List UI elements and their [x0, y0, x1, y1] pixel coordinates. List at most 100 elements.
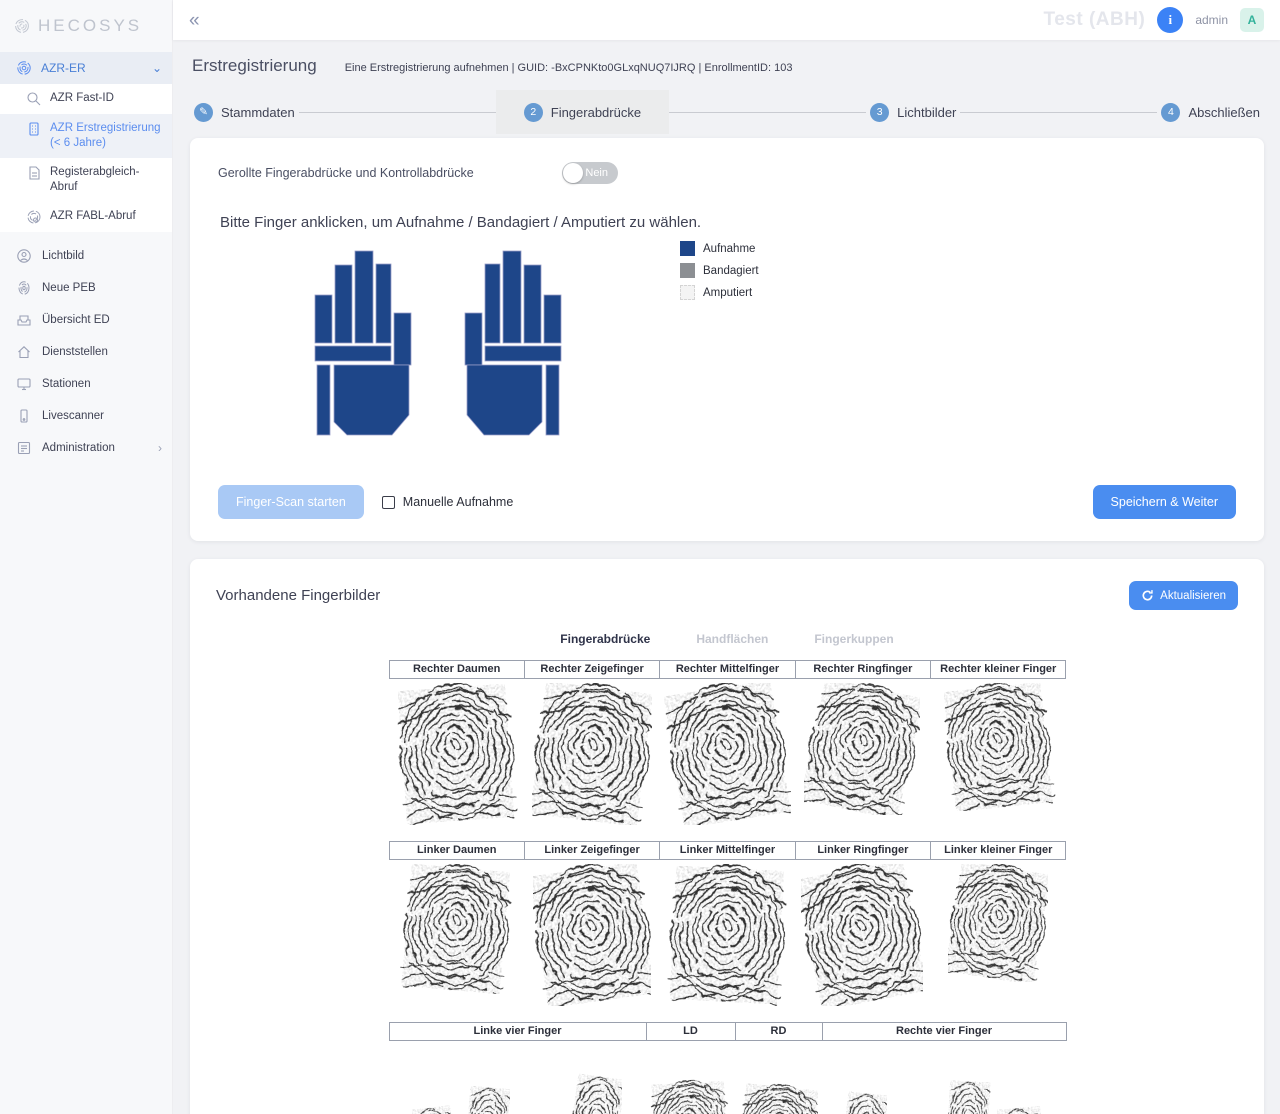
fingerprint-thumbnail-linker-mittelfinger[interactable] [659, 864, 794, 1012]
legend-label: Amputiert [703, 287, 752, 299]
sidebar-item-azr-erstregistrierung[interactable]: AZR Erstregistrierung (< 6 Jahre) [0, 114, 172, 158]
legend-label: Bandagiert [703, 265, 759, 277]
inbox-icon [16, 312, 32, 328]
fingerprint-thumbnail-linker-zeigefinger[interactable] [524, 864, 659, 1012]
tab-fingerabdruecke[interactable]: Fingerabdrücke [560, 632, 650, 646]
fingerprint-thumbnail-linker-daumen[interactable] [389, 864, 524, 1012]
avatar[interactable]: A [1240, 8, 1264, 32]
fingerprint-thumbnail-ld[interactable] [646, 1045, 735, 1114]
manual-capture-checkbox[interactable] [382, 496, 395, 509]
legend-bandagiert-swatch [680, 263, 695, 278]
document-icon [26, 165, 42, 181]
sidebar-item-azr-fast-id[interactable]: AZR Fast-ID [0, 84, 172, 114]
fingerprint-thumbnail-rechter-daumen[interactable] [389, 683, 524, 831]
left-hand-diagram [315, 251, 411, 435]
fingerprint-thumbnail-rd[interactable] [735, 1045, 822, 1114]
sidebar-submenu: AZR Fast-ID AZR Erstregistrierung (< 6 J… [0, 84, 172, 232]
tab-handflaechen[interactable]: Handflächen [696, 632, 768, 646]
hand-diagram[interactable] [310, 249, 562, 439]
info-icon[interactable]: i [1157, 7, 1183, 33]
tab-fingerkuppen[interactable]: Fingerkuppen [814, 632, 893, 646]
finger-select-instruction: Bitte Finger anklicken, um Aufnahme / Ba… [220, 214, 1236, 231]
building-keypad-icon [26, 121, 42, 137]
scanner-device-icon [16, 408, 32, 424]
manual-capture-label: Manuelle Aufnahme [403, 495, 514, 509]
logo-text: HECOSYS [38, 16, 142, 36]
sidebar-item-label: AZR-ER [41, 61, 86, 75]
column-header: Rechter Mittelfinger [659, 660, 795, 679]
chevron-down-icon: ⌄ [152, 61, 162, 75]
refresh-button[interactable]: Aktualisieren [1129, 581, 1238, 610]
toggle-value: Nein [585, 167, 608, 179]
step-lichtbilder[interactable]: 3 Lichtbilder [866, 90, 960, 134]
finger-capture-card: Gerollte Fingerabdrücke und Kontrollabdr… [190, 138, 1264, 541]
legend-amputiert-swatch [680, 285, 695, 300]
fingerprint-logo-icon [14, 18, 30, 34]
sidebar-item-label: Lichtbild [42, 250, 84, 262]
column-header: Linker Zeigefinger [524, 841, 660, 860]
workstation-label: Test (ABH) [1044, 9, 1146, 31]
right-hand-diagram [465, 251, 561, 435]
sidebar-item-azr-fabl[interactable]: AZR FABL-Abruf [0, 202, 172, 232]
settings-list-icon [16, 440, 32, 456]
sidebar-item-label: Registerabgleich-Abruf [50, 165, 166, 195]
wizard-stepper: ✎ Stammdaten 2 Fingerabdrücke 3 Lichtbil… [190, 90, 1264, 134]
legend-aufnahme-swatch [680, 241, 695, 256]
column-header: Linke vier Finger [389, 1022, 647, 1041]
column-header: Linker Ringfinger [795, 841, 931, 860]
sidebar-item-registerabgleich[interactable]: Registerabgleich-Abruf [0, 158, 172, 202]
sidebar: HECOSYS AZR-ER ⌄ AZR Fast-ID [0, 0, 173, 1114]
fingerprint-thumbnail-rechter-kleiner-finger[interactable] [930, 683, 1065, 831]
save-and-continue-button[interactable]: Speichern & Weiter [1093, 485, 1236, 519]
sidebar-item-administration[interactable]: Administration › [0, 432, 172, 464]
edit-pencil-icon: ✎ [194, 103, 213, 122]
sidebar-item-label: Stationen [42, 378, 91, 390]
step-fingerabdruecke[interactable]: 2 Fingerabdrücke [496, 90, 669, 134]
chevron-right-icon: › [158, 441, 162, 455]
sidebar-item-dienststellen[interactable]: Dienststellen [0, 336, 172, 368]
column-header: Rechter Zeigefinger [524, 660, 660, 679]
column-header: Linker Daumen [389, 841, 525, 860]
finger-scan-button[interactable]: Finger-Scan starten [218, 485, 364, 519]
rolled-prints-toggle[interactable]: Nein [562, 162, 618, 184]
fingerprint-thumbnail-linke-vier-finger[interactable] [389, 1045, 646, 1114]
fingerprint-info-icon [26, 209, 42, 225]
manual-capture-option[interactable]: Manuelle Aufnahme [382, 495, 514, 509]
sidebar-item-azr-er[interactable]: AZR-ER ⌄ [0, 52, 172, 84]
fingerprint-thumbnail-rechte-vier-finger[interactable] [822, 1045, 1066, 1114]
home-icon [16, 344, 32, 360]
step-abschliessen[interactable]: 4 Abschließen [1157, 90, 1264, 134]
sidebar-item-label: Livescanner [42, 410, 104, 422]
step-stammdaten[interactable]: ✎ Stammdaten [190, 90, 299, 134]
sidebar-item-label: AZR Erstregistrierung (< 6 Jahre) [50, 121, 166, 151]
sidebar-item-label: Übersicht ED [42, 314, 110, 326]
sidebar-item-livescanner[interactable]: Livescanner [0, 400, 172, 432]
sidebar-item-label: AZR FABL-Abruf [50, 209, 136, 224]
monitor-icon [16, 376, 32, 392]
legend-label: Aufnahme [703, 243, 755, 255]
column-header: Rechter Ringfinger [795, 660, 931, 679]
fingerprint-thumbnail-linker-kleiner-finger[interactable] [930, 864, 1065, 1012]
rolled-prints-label: Gerollte Fingerabdrücke und Kontrollabdr… [218, 166, 562, 180]
fingerprint-icon [16, 60, 32, 76]
step-number: 4 [1161, 103, 1180, 122]
sidebar-item-lichtbild[interactable]: Lichtbild [0, 240, 172, 272]
fingerprint-thumbnail-rechter-zeigefinger[interactable] [524, 683, 659, 831]
fingerprint-thumbnail-rechter-mittelfinger[interactable] [659, 683, 794, 831]
column-header: Linker kleiner Finger [930, 841, 1066, 860]
sidebar-item-stationen[interactable]: Stationen [0, 368, 172, 400]
sidebar-item-neue-peb[interactable]: Neue PEB [0, 272, 172, 304]
top-bar: « Test (ABH) i admin A [173, 0, 1280, 40]
gallery-title: Vorhandene Fingerbilder [216, 587, 380, 604]
app-logo: HECOSYS [0, 0, 172, 52]
column-header: Rechte vier Finger [822, 1022, 1067, 1041]
fingerprint-table: Rechter Daumen Rechter Zeigefinger Recht… [389, 660, 1066, 1114]
page-title: Erstregistrierung [192, 56, 317, 76]
sidebar-collapse-icon[interactable]: « [189, 11, 200, 30]
sidebar-item-uebersicht-ed[interactable]: Übersicht ED [0, 304, 172, 336]
sidebar-item-label: Administration [42, 442, 148, 454]
fingerprint-thumbnail-rechter-ringfinger[interactable] [795, 683, 930, 831]
fingerprint-thumbnail-linker-ringfinger[interactable] [795, 864, 930, 1012]
content-area: Erstregistrierung Eine Erstregistrierung… [173, 40, 1280, 1114]
fingerprint-icon [16, 280, 32, 296]
